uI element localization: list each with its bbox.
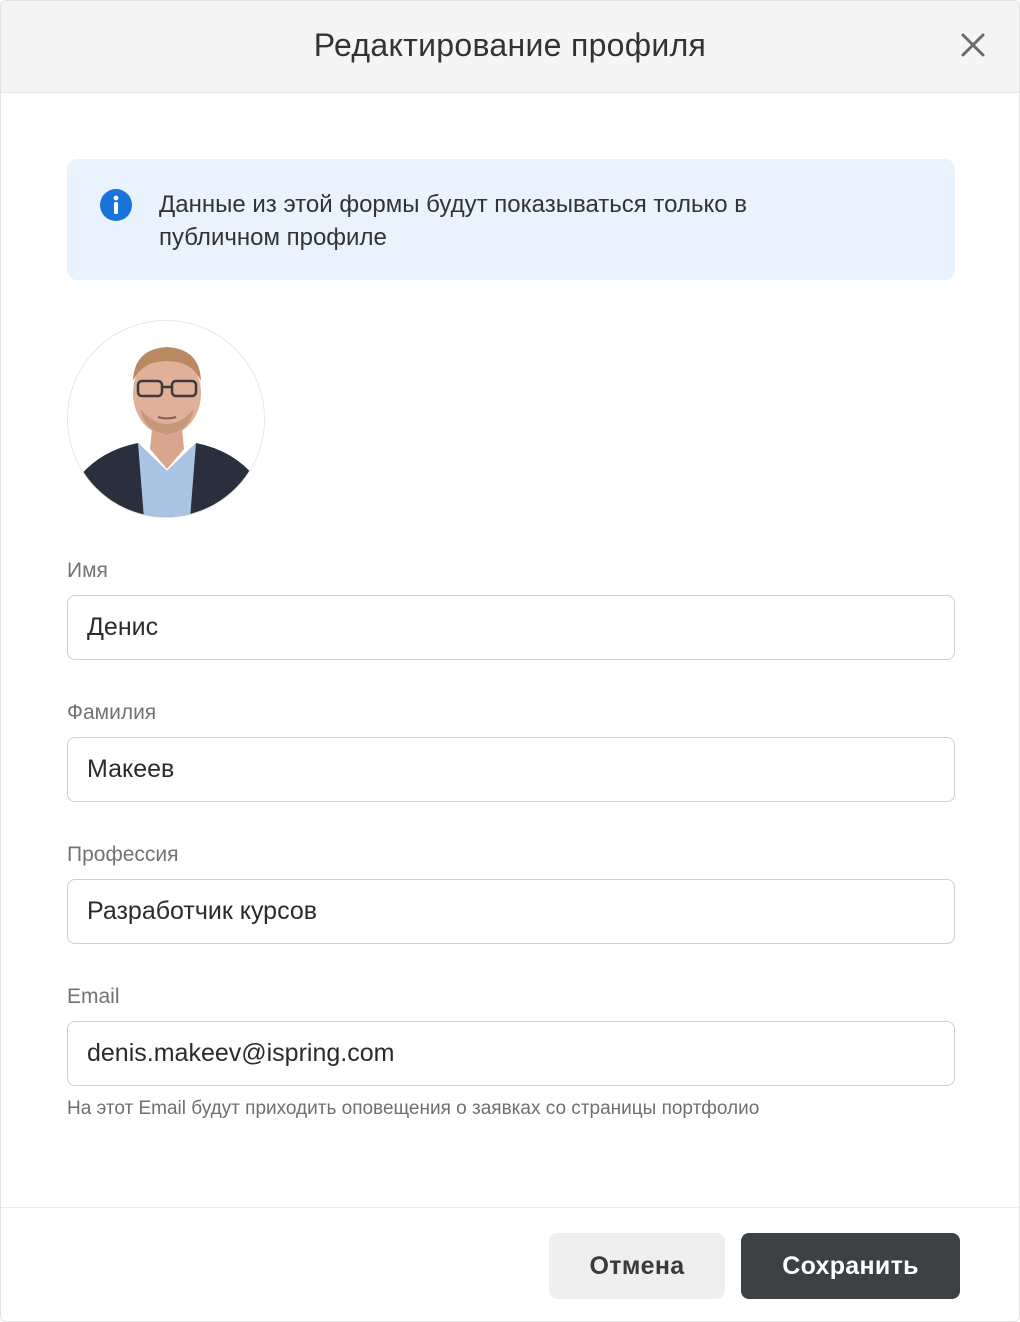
close-icon — [961, 33, 985, 57]
last-name-field[interactable] — [67, 737, 955, 802]
email-label: Email — [67, 985, 120, 1008]
info-text-line-2: публичном профиле — [159, 224, 387, 251]
dialog-footer: Отмена Сохранить — [1, 1207, 1019, 1321]
dialog-header: Редактирование профиля — [1, 1, 1019, 93]
info-banner: Данные из этой формы будут показываться … — [67, 159, 955, 280]
profession-label: Профессия — [67, 843, 179, 866]
info-text: Данные из этой формы будут показываться … — [159, 188, 859, 254]
email-hint: На этот Email будут приходить оповещения… — [67, 1098, 760, 1119]
first-name-label: Имя — [67, 559, 108, 582]
first-name-field[interactable] — [67, 595, 955, 660]
email-field[interactable] — [67, 1021, 955, 1086]
cancel-button[interactable]: Отмена — [549, 1233, 725, 1299]
info-icon — [99, 188, 133, 222]
last-name-label: Фамилия — [67, 701, 157, 724]
close-button[interactable] — [959, 31, 987, 59]
profession-field[interactable] — [67, 879, 955, 944]
avatar[interactable] — [67, 320, 265, 518]
edit-profile-dialog: Редактирование профиля Данные из этой фо… — [0, 0, 1020, 1322]
avatar-photo — [68, 321, 264, 517]
dialog-title: Редактирование профиля — [313, 27, 707, 63]
info-text-line-1: Данные из этой формы будут показываться … — [159, 191, 748, 218]
save-button[interactable]: Сохранить — [741, 1233, 960, 1299]
